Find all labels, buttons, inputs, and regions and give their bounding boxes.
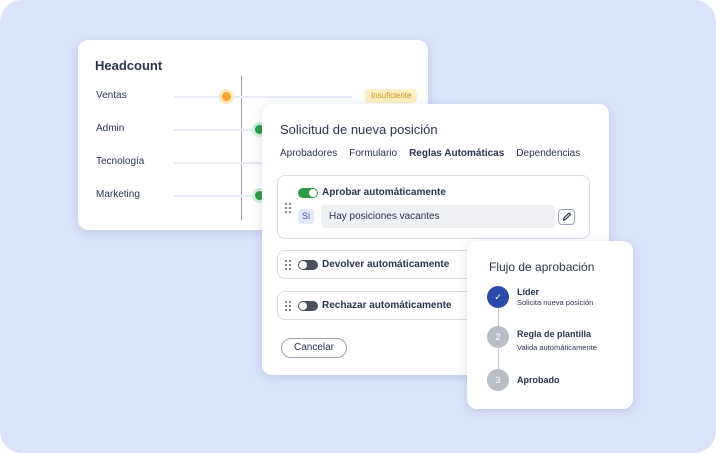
tab-formulario[interactable]: Formulario	[349, 148, 397, 164]
condition-field[interactable]: Hay posiciones vacantes	[321, 205, 555, 228]
step-title: Líder	[517, 287, 540, 297]
insuficiente-badge: Insuficiente	[365, 89, 418, 103]
step-title: Aprobado	[517, 375, 560, 385]
rule-aprobar: Aprobar automáticamente Si Hay posicione…	[277, 175, 590, 239]
headcount-row-label: Marketing	[96, 189, 140, 200]
aprobar-toggle[interactable]	[298, 188, 318, 198]
flujo-title: Flujo de aprobación	[489, 260, 595, 274]
step-subtitle: Solicita nueva posición	[517, 298, 594, 307]
devolver-toggle[interactable]	[298, 260, 318, 270]
step-connector	[498, 348, 499, 369]
headcount-row-label: Admin	[96, 123, 125, 134]
step-title: Regla de plantilla	[517, 329, 592, 339]
step-subtitle: Valida automáticamente	[517, 343, 597, 352]
check-icon: ✓	[487, 286, 509, 308]
rule-label: Devolver automáticamente	[322, 259, 450, 270]
tab-dependencias[interactable]: Dependencias	[516, 148, 580, 164]
drag-handle-icon[interactable]	[285, 260, 291, 270]
headcount-title: Headcount	[95, 58, 163, 73]
step-number-2: 2	[487, 326, 509, 348]
condition-prefix: Si	[298, 209, 314, 224]
tab-reglas-automaticas[interactable]: Reglas Automáticas	[409, 148, 504, 164]
rule-label: Rechazar automáticamente	[322, 300, 452, 311]
headcount-track	[174, 96, 352, 98]
tab-bar: Aprobadores Formulario Reglas Automática…	[280, 148, 580, 164]
drag-handle-icon[interactable]	[285, 203, 291, 213]
tab-aprobadores[interactable]: Aprobadores	[280, 148, 337, 164]
rule-label: Aprobar automáticamente	[322, 187, 446, 198]
dialog-title: Solicitud de nueva posición	[280, 122, 438, 137]
headcount-row-ventas: Ventas Insuficiente	[96, 89, 418, 105]
headcount-row-label: Tecnología	[96, 156, 145, 167]
cancel-button[interactable]: Cancelar	[281, 338, 347, 358]
drag-handle-icon[interactable]	[285, 301, 291, 311]
rechazar-toggle[interactable]	[298, 301, 318, 311]
status-dot-orange	[222, 92, 231, 101]
headcount-row-label: Ventas	[96, 90, 127, 101]
edit-condition-button[interactable]	[558, 209, 575, 225]
pencil-icon	[562, 212, 572, 221]
flujo-aprobacion-card: Flujo de aprobación ✓ Líder Solicita nue…	[467, 241, 633, 409]
step-number-3: 3	[487, 369, 509, 391]
